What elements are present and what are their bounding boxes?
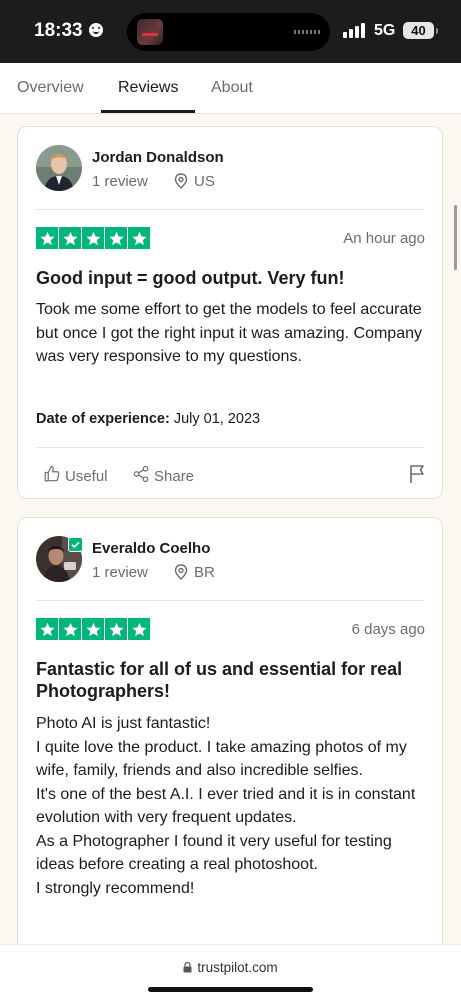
reviewer-name[interactable]: Jordan Donaldson <box>92 149 224 166</box>
face-icon <box>89 23 103 37</box>
star-icon <box>105 618 127 640</box>
reviewer-name[interactable]: Everaldo Coelho <box>92 540 210 557</box>
verified-badge-icon <box>68 537 83 552</box>
now-playing-thumbnail <box>137 19 163 45</box>
review-count: 1 review <box>92 564 148 581</box>
star-icon <box>82 227 104 249</box>
useful-button[interactable]: Useful <box>43 465 108 487</box>
star-icon <box>128 618 150 640</box>
review-title[interactable]: Good input = good output. Very fun! <box>36 267 424 289</box>
star-icon <box>36 618 58 640</box>
review-card: Everaldo Coelho 1 review BR 6 days ago F… <box>17 517 443 957</box>
star-icon <box>128 227 150 249</box>
tab-overview[interactable]: Overview <box>17 79 84 97</box>
url-text: trustpilot.com <box>197 960 278 975</box>
network-type: 5G <box>374 22 396 39</box>
flag-icon[interactable] <box>409 464 426 489</box>
date-of-experience: Date of experience: July 01, 2023 <box>36 411 260 427</box>
useful-label: Useful <box>65 467 108 485</box>
review-body: Took me some effort to get the models to… <box>36 301 422 365</box>
share-icon <box>132 465 150 487</box>
reviewer-meta: 1 review US <box>92 173 215 193</box>
signal-icon <box>343 22 367 38</box>
active-tab-indicator <box>101 110 195 113</box>
scrollbar[interactable] <box>454 205 457 270</box>
avatar[interactable] <box>36 145 82 191</box>
star-icon <box>59 227 81 249</box>
status-time: 18:33 <box>34 20 83 41</box>
experience-label: Date of experience: <box>36 411 170 427</box>
location-pin-icon <box>174 173 188 193</box>
star-icon <box>105 227 127 249</box>
star-rating <box>36 227 150 249</box>
reviewer-country: BR <box>194 564 215 581</box>
divider <box>36 209 424 210</box>
tab-reviews[interactable]: Reviews <box>118 79 178 97</box>
review-card: Jordan Donaldson 1 review US An hour ago… <box>17 126 443 499</box>
url-display[interactable]: trustpilot.com <box>0 960 461 976</box>
review-date: An hour ago <box>343 230 425 247</box>
home-indicator[interactable] <box>148 987 313 992</box>
share-button[interactable]: Share <box>132 465 194 487</box>
thumbs-up-icon <box>43 465 61 487</box>
review-body: Photo AI is just fantastic! I quite love… <box>36 715 416 897</box>
tab-bar: Overview Reviews About <box>0 63 461 114</box>
lock-icon <box>183 961 192 976</box>
tab-about[interactable]: About <box>211 79 253 97</box>
review-count: 1 review <box>92 173 148 190</box>
divider <box>36 447 424 448</box>
review-date: 6 days ago <box>351 621 425 638</box>
status-bar: 18:33 5G 40 <box>0 0 461 63</box>
star-icon <box>36 227 58 249</box>
waveform-icon <box>294 30 320 34</box>
share-label: Share <box>154 467 195 485</box>
review-title[interactable]: Fantastic for all of us and essential fo… <box>36 658 424 702</box>
star-rating <box>36 618 150 640</box>
divider <box>36 600 424 601</box>
star-icon <box>82 618 104 640</box>
reviewer-meta: 1 review BR <box>92 564 215 584</box>
star-icon <box>59 618 81 640</box>
experience-date: July 01, 2023 <box>173 411 261 427</box>
location-pin-icon <box>174 564 188 584</box>
dynamic-island[interactable] <box>127 13 330 51</box>
reviewer-country: US <box>194 173 215 190</box>
battery-icon: 40 <box>403 22 438 39</box>
browser-url-bar[interactable]: trustpilot.com <box>0 944 461 1001</box>
